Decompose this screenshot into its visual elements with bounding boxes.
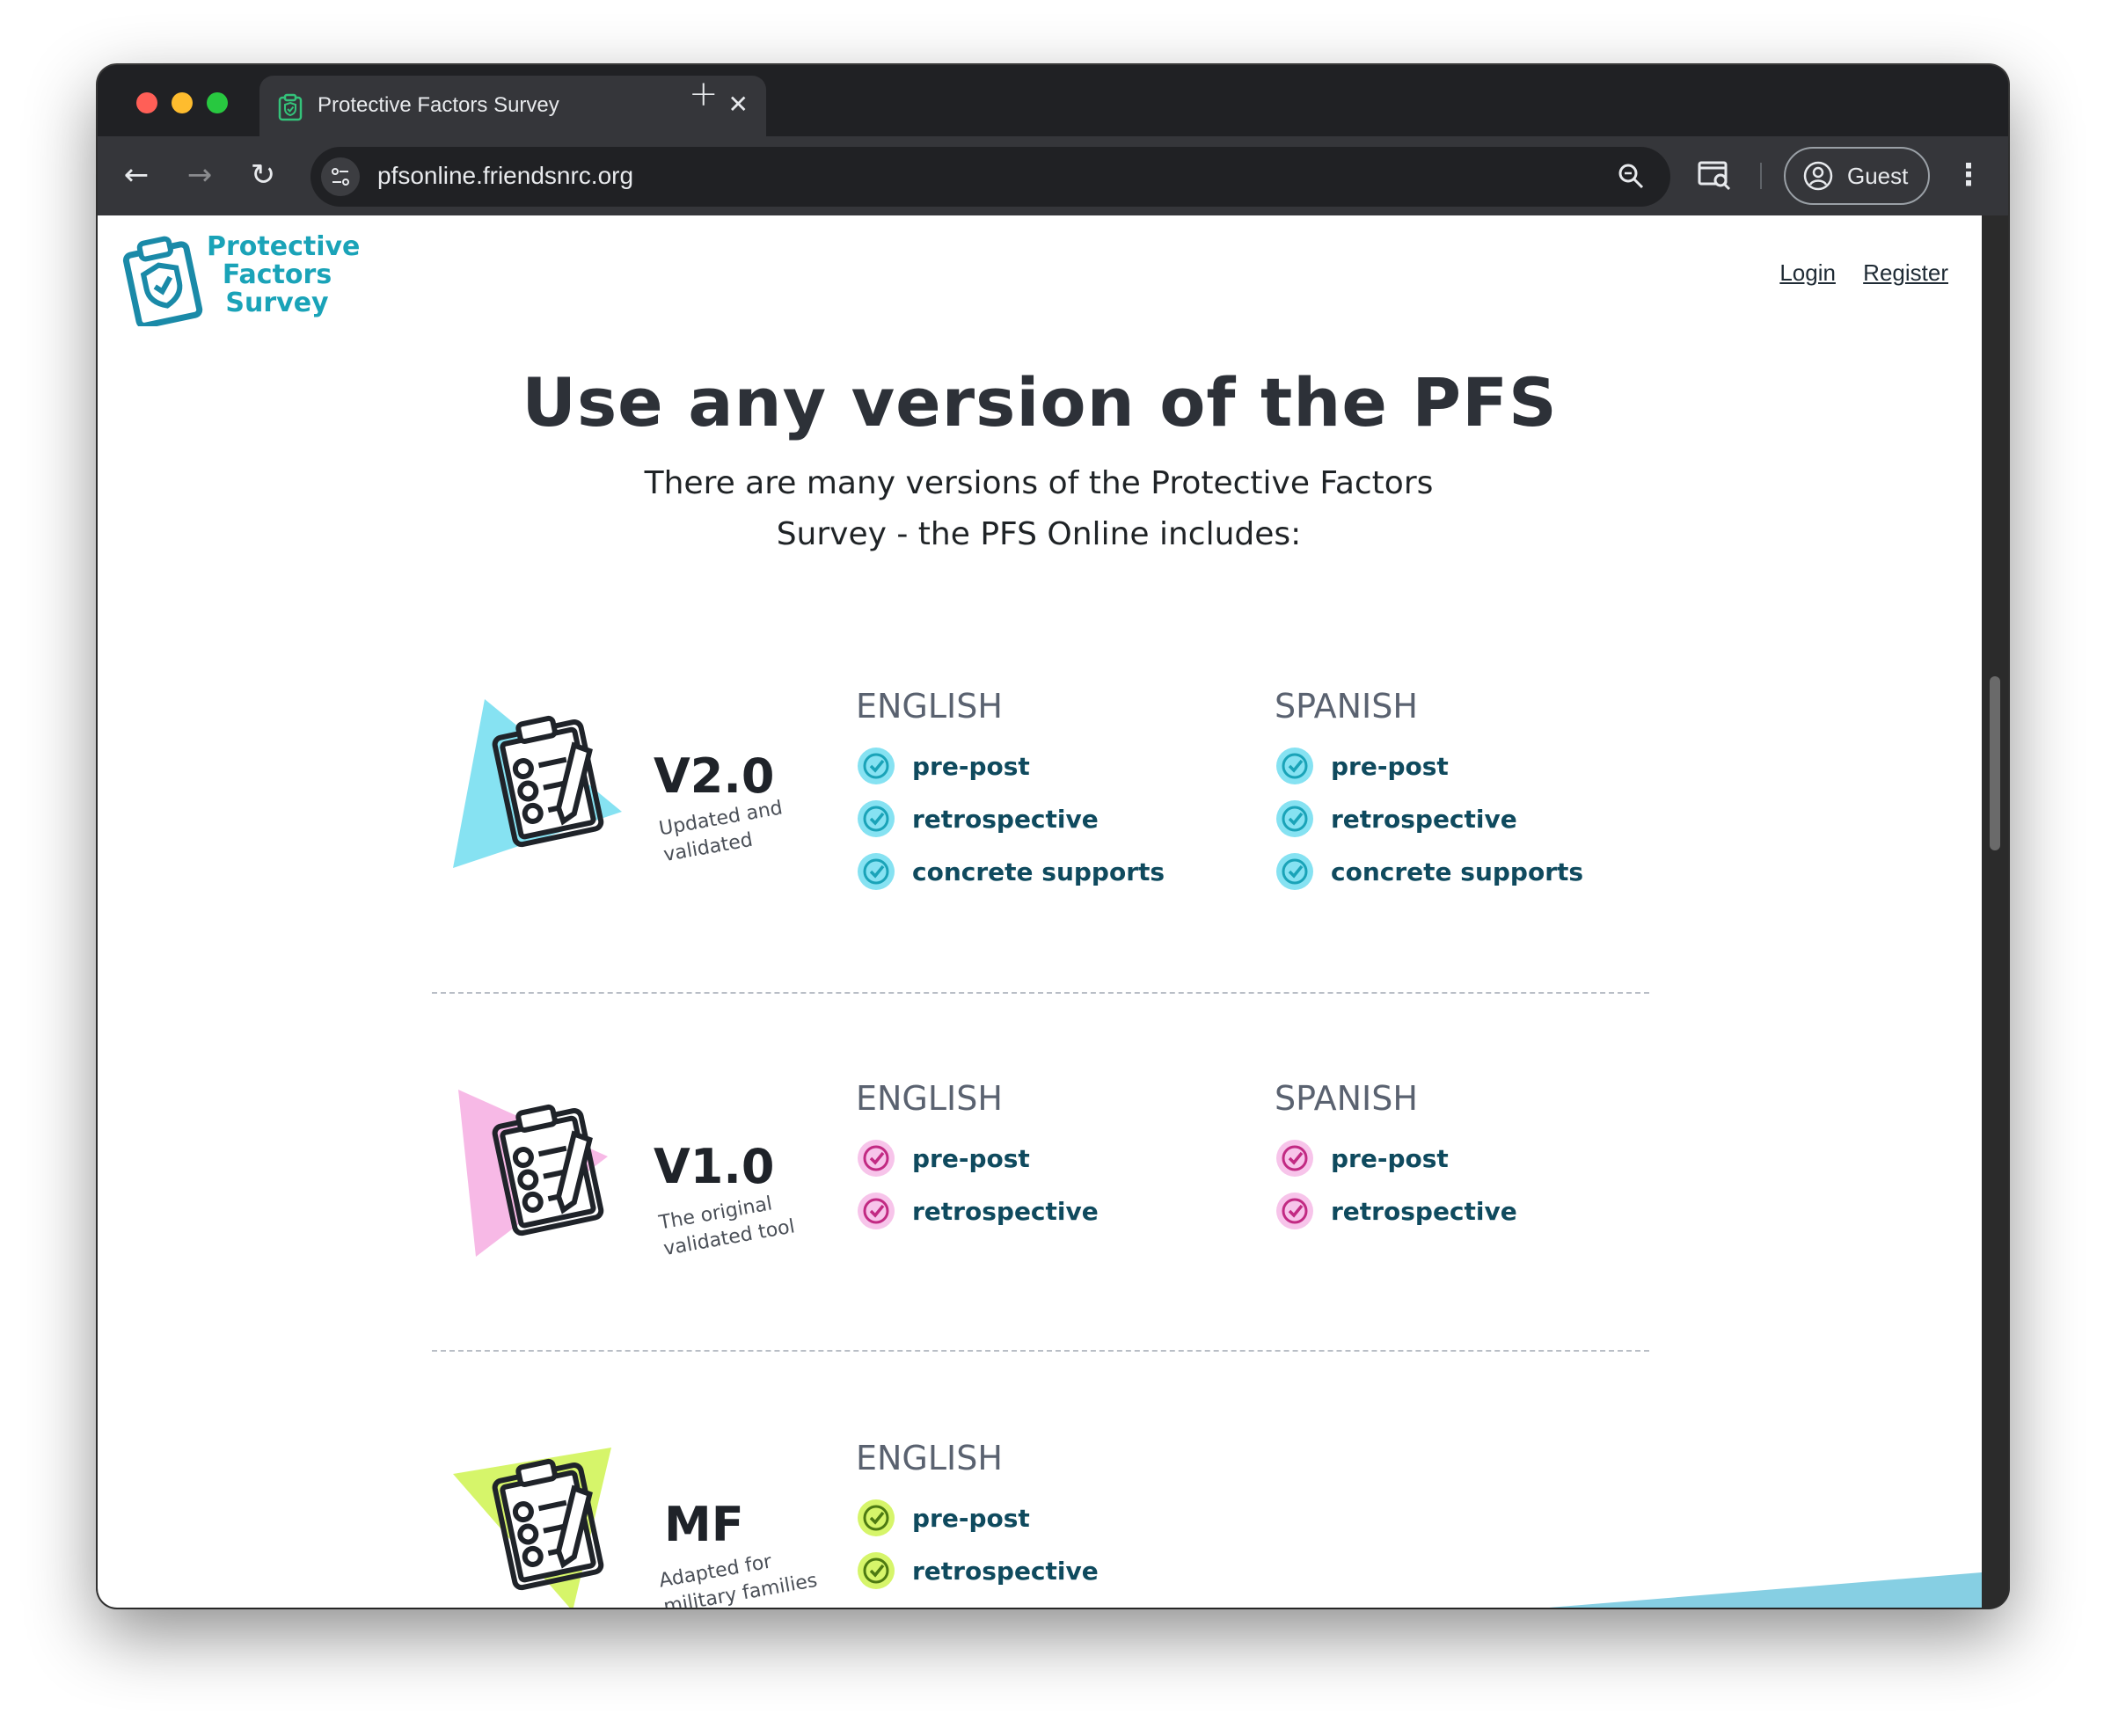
- option-label: retrospective: [1331, 804, 1517, 834]
- option-label: concrete supports: [1331, 857, 1584, 886]
- version-name: MF: [664, 1497, 744, 1552]
- page-subtitle: There are many versions of the Protectiv…: [644, 465, 1434, 552]
- survey-option-retrospective[interactable]: retrospective: [856, 792, 1165, 845]
- register-link[interactable]: Register: [1863, 259, 1948, 286]
- language-column-english: ENGLISH pre-post retrospective: [856, 1079, 1099, 1237]
- clipboard-checklist-icon: [458, 1090, 608, 1257]
- check-circle-icon: [858, 748, 895, 784]
- option-label: pre-post: [1331, 1143, 1449, 1173]
- check-circle-icon: [858, 853, 895, 890]
- tab-strip: Protective Factors Survey ✕ +: [98, 65, 2008, 136]
- language-column-english: ENGLISH pre-post retrospective concrete …: [856, 687, 1165, 898]
- profile-label: Guest: [1847, 163, 1909, 189]
- reload-button[interactable]: ↻: [244, 156, 282, 194]
- scrollbar-track[interactable]: [1982, 215, 2008, 1608]
- minimize-window-button[interactable]: [172, 92, 193, 113]
- clipboard-favicon-icon: [278, 93, 303, 121]
- section-divider: [432, 1350, 1649, 1352]
- url-text: pfsonline.friendsnrc.org: [377, 162, 634, 189]
- close-window-button[interactable]: [136, 92, 157, 113]
- survey-option-pre-post[interactable]: pre-post: [1275, 1132, 1517, 1185]
- clipboard-checklist-icon: [453, 699, 622, 868]
- close-tab-icon[interactable]: ✕: [728, 90, 749, 119]
- version-block-v1: V1.0 The original validated tool ENGLISH…: [98, 1079, 1982, 1308]
- clipboard-checklist-icon: [453, 1448, 611, 1608]
- header-nav: Login Register: [1758, 259, 1948, 287]
- footer-wave-decoration: [1549, 1572, 1982, 1608]
- clipboard-shield-logo-icon: [122, 236, 203, 326]
- option-label: pre-post: [912, 751, 1030, 781]
- option-label: retrospective: [912, 804, 1099, 834]
- back-button[interactable]: ←: [117, 156, 156, 194]
- logo-line: Protective: [207, 231, 361, 262]
- check-circle-icon: [858, 1552, 895, 1589]
- address-bar[interactable]: pfsonline.friendsnrc.org: [310, 147, 1670, 207]
- check-circle-icon: [1276, 1193, 1313, 1229]
- tab-title: Protective Factors Survey: [318, 93, 559, 117]
- logo-line: Factors: [222, 259, 332, 290]
- more-menu-icon[interactable]: ⋮: [1954, 154, 1983, 196]
- survey-option-pre-post[interactable]: pre-post: [1275, 740, 1583, 792]
- option-label: pre-post: [912, 1503, 1030, 1533]
- language-heading: ENGLISH: [856, 687, 1003, 726]
- tab-search-icon[interactable]: [1697, 157, 1732, 193]
- check-circle-icon: [1276, 800, 1313, 837]
- check-circle-icon: [1276, 1140, 1313, 1177]
- version-block-v2: V2.0 Updated and validated ENGLISH pre-p…: [98, 687, 1982, 951]
- login-link[interactable]: Login: [1779, 259, 1836, 286]
- tune-icon: [332, 168, 349, 186]
- survey-option-concrete-supports[interactable]: concrete supports: [1275, 845, 1583, 898]
- check-circle-icon: [1276, 853, 1313, 890]
- language-column-spanish: SPANISH pre-post retrospective: [1275, 1079, 1517, 1237]
- option-label: retrospective: [912, 1196, 1099, 1226]
- page-viewport: Protective Factors Survey Login Register…: [98, 215, 1982, 1608]
- survey-option-concrete-supports[interactable]: concrete supports: [856, 845, 1165, 898]
- language-column-spanish: SPANISH pre-post retrospective concrete …: [1275, 687, 1583, 898]
- check-circle-icon: [858, 1499, 895, 1536]
- toolbar-separator: [1760, 163, 1762, 189]
- page-title: Use any version of the PFS: [522, 363, 1558, 441]
- language-heading: SPANISH: [1275, 687, 1418, 726]
- check-circle-icon: [858, 800, 895, 837]
- site-logo[interactable]: Protective Factors Survey: [121, 231, 361, 330]
- language-heading: SPANISH: [1275, 1079, 1418, 1118]
- profile-button[interactable]: Guest: [1784, 147, 1930, 205]
- language-heading: ENGLISH: [856, 1079, 1003, 1118]
- option-label: concrete supports: [912, 857, 1165, 886]
- logo-line: Survey: [225, 288, 329, 318]
- scrollbar-thumb[interactable]: [1990, 676, 2000, 850]
- site-info-button[interactable]: [321, 157, 360, 196]
- survey-option-retrospective[interactable]: retrospective: [856, 1185, 1099, 1237]
- option-label: retrospective: [1331, 1196, 1517, 1226]
- survey-option-retrospective[interactable]: retrospective: [1275, 1185, 1517, 1237]
- version-name: V1.0: [654, 1139, 775, 1194]
- survey-option-retrospective[interactable]: retrospective: [1275, 792, 1583, 845]
- section-divider: [432, 992, 1649, 994]
- check-circle-icon: [858, 1193, 895, 1229]
- check-circle-icon: [1276, 748, 1313, 784]
- forward-button[interactable]: →: [180, 156, 219, 194]
- option-label: pre-post: [912, 1143, 1030, 1173]
- logo-text: Protective Factors Survey: [207, 231, 361, 318]
- version-name: V2.0: [654, 748, 775, 804]
- zoom-icon[interactable]: [1616, 161, 1647, 193]
- maximize-window-button[interactable]: [207, 92, 228, 113]
- survey-option-pre-post[interactable]: pre-post: [856, 740, 1165, 792]
- profile-icon: [1803, 161, 1833, 191]
- language-heading: ENGLISH: [856, 1439, 1003, 1477]
- check-circle-icon: [858, 1140, 895, 1177]
- language-column-english: ENGLISH pre-post retrospective: [856, 1439, 1099, 1597]
- new-tab-button[interactable]: +: [689, 74, 719, 114]
- option-label: retrospective: [912, 1556, 1099, 1586]
- option-label: pre-post: [1331, 751, 1449, 781]
- browser-window: Protective Factors Survey ✕ + ← → ↻ pfso…: [98, 65, 2008, 1608]
- survey-option-pre-post[interactable]: pre-post: [856, 1132, 1099, 1185]
- browser-toolbar: ← → ↻ pfsonline.friendsnrc.org Guest ⋮: [98, 136, 2008, 215]
- survey-option-pre-post[interactable]: pre-post: [856, 1492, 1099, 1544]
- survey-option-retrospective[interactable]: retrospective: [856, 1544, 1099, 1597]
